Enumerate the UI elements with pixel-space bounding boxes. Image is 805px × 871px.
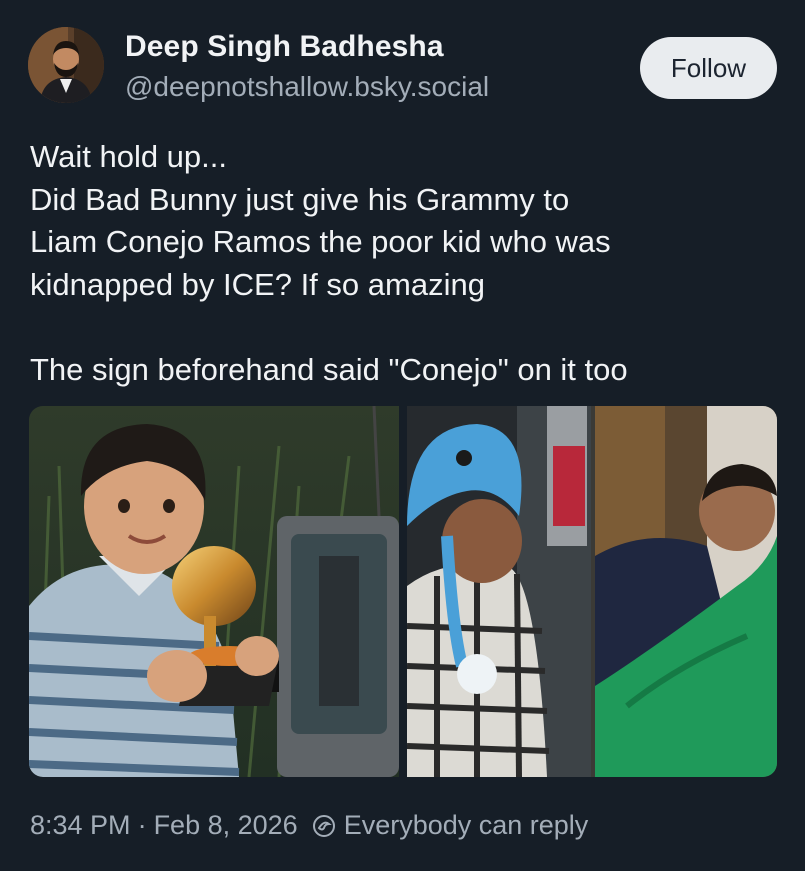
post-meta: 8:34 PM · Feb 8, 2026 Everybody can repl… (30, 810, 588, 841)
post-date[interactable]: Feb 8, 2026 (154, 810, 298, 841)
author-handle[interactable]: @deepnotshallow.bsky.social (125, 71, 489, 103)
avatar[interactable] (28, 27, 104, 103)
author-name[interactable]: Deep Singh Badhesha (125, 30, 444, 64)
post-text-line: Did Bad Bunny just give his Grammy to (30, 181, 570, 217)
follow-button[interactable]: Follow (640, 37, 777, 99)
post-text-line: The sign beforehand said "Conejo" on it … (30, 351, 628, 387)
post-card: Deep Singh Badhesha @deepnotshallow.bsky… (0, 0, 805, 871)
post-time[interactable]: 8:34 PM (30, 810, 131, 841)
post-media (29, 406, 777, 777)
media-image-collage[interactable] (407, 406, 777, 777)
meta-separator: · (137, 810, 147, 840)
post-text-line: kidnapped by ICE? If so amazing (30, 266, 485, 302)
globe-reply-icon (312, 814, 336, 838)
post-text-line: Wait hold up... (30, 139, 228, 174)
post-text: Wait hold up... Did Bad Bunny just give … (30, 136, 770, 391)
reply-setting[interactable]: Everybody can reply (344, 810, 589, 841)
media-image-grammy-boy[interactable] (29, 406, 399, 777)
post-text-line: Liam Conejo Ramos the poor kid who was (30, 224, 611, 259)
